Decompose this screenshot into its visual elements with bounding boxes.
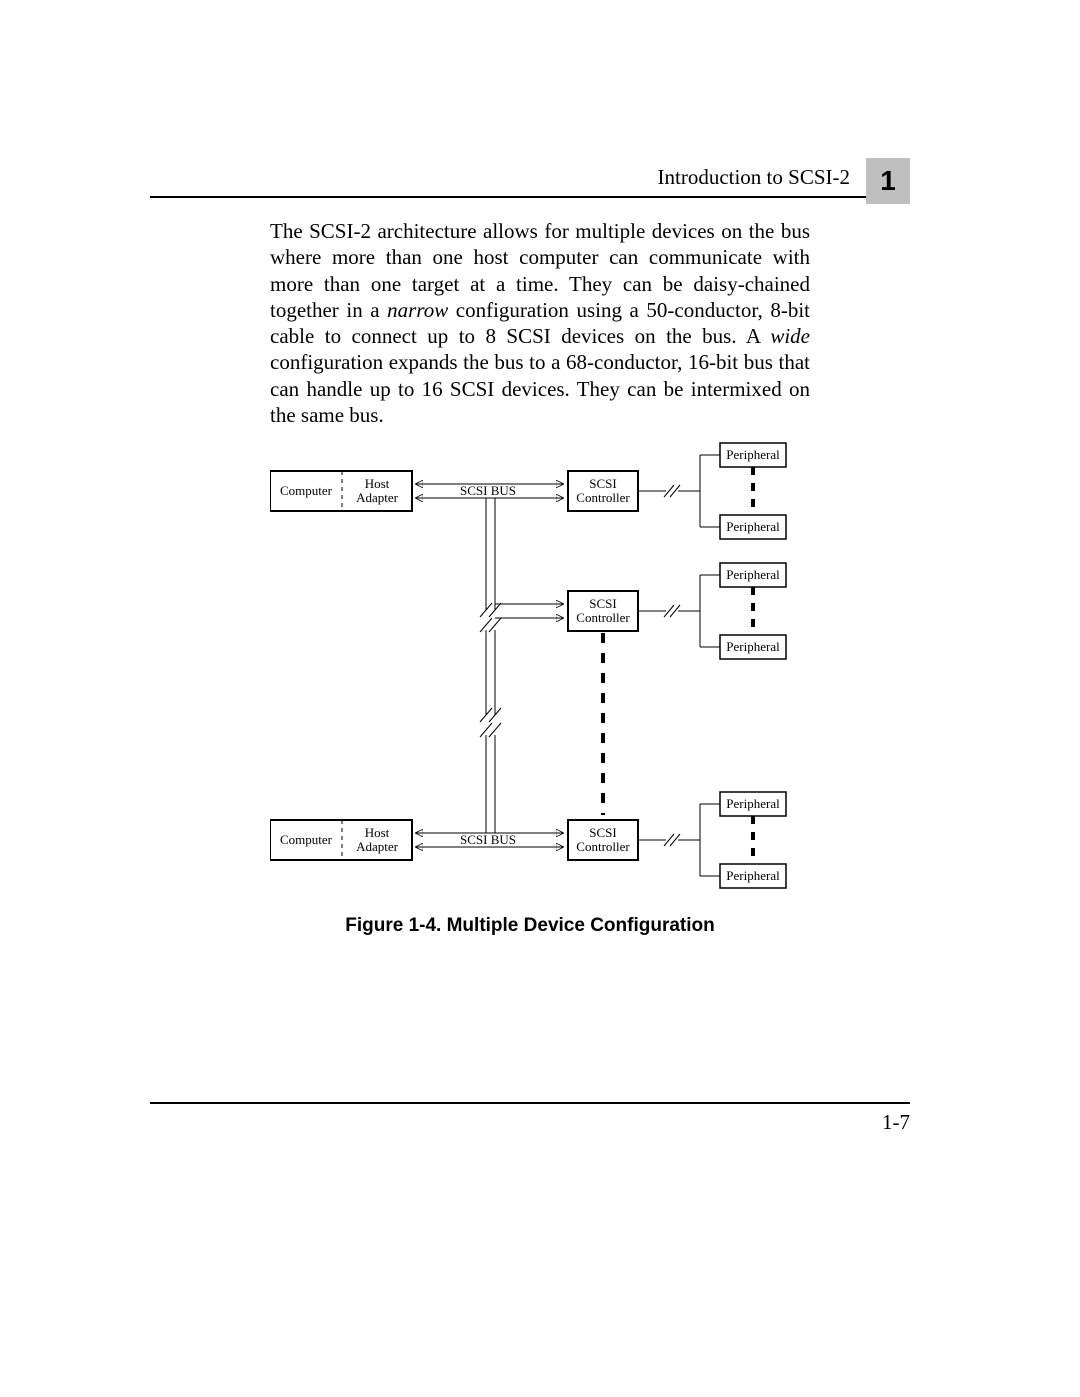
ctrl-l2: Controller [576, 610, 630, 625]
page-footer: 1-7 [150, 1102, 910, 1135]
body-paragraph: The SCSI-2 architecture allows for multi… [270, 218, 810, 428]
text-italic: wide [770, 324, 810, 348]
ctrl-l2: Controller [576, 839, 630, 854]
scsi-controller-3: SCSI Controller [568, 820, 638, 860]
figure-diagram: SCSI BUS SCSI BUS [270, 435, 790, 910]
header-rule [150, 196, 910, 198]
computer-host-bottom: Computer Host Adapter [270, 820, 412, 860]
bus-label: SCSI BUS [460, 832, 516, 847]
page-header: Introduction to SCSI-2 [150, 165, 910, 198]
bus-top: SCSI BUS [416, 483, 563, 498]
host-label-2: Adapter [356, 490, 399, 505]
scsi-controller-1: SCSI Controller [568, 471, 638, 511]
computer-label: Computer [280, 483, 333, 498]
ctrl-l1: SCSI [589, 476, 616, 491]
figure-caption: Figure 1-4. Multiple Device Configuratio… [270, 915, 790, 937]
host-label-1: Host [365, 476, 390, 491]
running-title: Introduction to SCSI-2 [150, 165, 910, 190]
peripheral-label: Peripheral [726, 796, 780, 811]
computer-host-top: Computer Host Adapter [270, 471, 412, 511]
peripheral-label: Peripheral [726, 868, 780, 883]
page-number: 1-7 [150, 1110, 910, 1135]
peripheral-label: Peripheral [726, 519, 780, 534]
bus-vertical [480, 498, 501, 833]
computer-label: Computer [280, 832, 333, 847]
ctrl-l2: Controller [576, 490, 630, 505]
text-italic: narrow [387, 298, 448, 322]
chapter-tab: 1 [866, 158, 910, 204]
bus-bottom: SCSI BUS [416, 832, 563, 847]
ctrl-l1: SCSI [589, 825, 616, 840]
ctrl-l1: SCSI [589, 596, 616, 611]
scsi-controller-2: SCSI Controller [568, 591, 638, 631]
peripheral-label: Peripheral [726, 639, 780, 654]
text-segment: configuration expands the bus to a 68-co… [270, 350, 810, 427]
peripheral-label: Peripheral [726, 567, 780, 582]
host-label-2: Adapter [356, 839, 399, 854]
page: Introduction to SCSI-2 1 The SCSI-2 arch… [0, 0, 1080, 1397]
bus-label: SCSI BUS [460, 483, 516, 498]
peripheral-label: Peripheral [726, 447, 780, 462]
footer-rule [150, 1102, 910, 1104]
host-label-1: Host [365, 825, 390, 840]
